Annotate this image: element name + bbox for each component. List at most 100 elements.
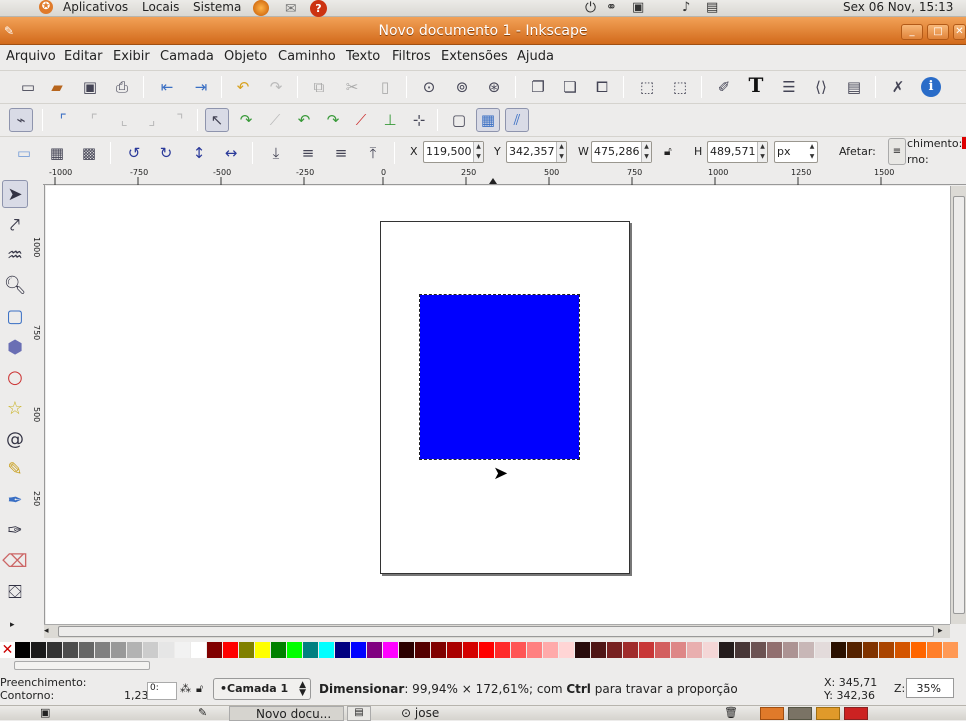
palette-swatch[interactable]	[687, 642, 702, 658]
lower-to-bottom-icon[interactable]: ⤓	[264, 141, 288, 165]
palette-swatch[interactable]	[591, 642, 606, 658]
palette-swatch[interactable]	[399, 642, 414, 658]
snap-nodes-icon[interactable]: ↖	[205, 108, 229, 132]
snap-bbox-icon[interactable]: ⌜	[51, 108, 75, 132]
print-icon[interactable]: ⎙	[110, 75, 134, 99]
workspace-3[interactable]	[816, 707, 840, 720]
palette-swatch[interactable]	[319, 642, 334, 658]
snap-object-midpoints-icon[interactable]: ⊥	[378, 108, 402, 132]
layer-select[interactable]: •Camada 1 ▲ ▼	[213, 678, 311, 700]
palette-swatch[interactable]	[239, 642, 254, 658]
ungroup-icon[interactable]: ⬚	[668, 75, 692, 99]
fill-stroke-icon[interactable]: ✐	[712, 75, 736, 99]
close-button[interactable]: ✕	[953, 24, 966, 40]
workspace-2[interactable]	[788, 707, 812, 720]
menu-texto[interactable]: Texto	[346, 49, 380, 64]
rotate-ccw-icon[interactable]: ↺	[122, 141, 146, 165]
palette-swatch[interactable]	[831, 642, 846, 658]
workspace-4[interactable]	[844, 707, 868, 720]
copy-icon[interactable]: ⧉	[307, 75, 331, 99]
stroke-width-value[interactable]: 1,23	[124, 689, 149, 702]
palette-swatch[interactable]	[671, 642, 686, 658]
palette-swatch[interactable]	[495, 642, 510, 658]
xml-editor-icon[interactable]: ⟨⟩	[809, 75, 833, 99]
snap-bbox-midpoints-icon[interactable]: ⌟	[140, 108, 164, 132]
new-document-icon[interactable]: ▭	[16, 75, 40, 99]
taskbar-item-inkscape[interactable]: Novo docu...	[229, 706, 344, 721]
palette-swatch[interactable]	[447, 642, 462, 658]
vscroll-thumb[interactable]	[953, 196, 965, 614]
h-input[interactable]: 489,571 ▲ ▼	[707, 141, 768, 163]
star-tool-icon[interactable]: ☆	[2, 394, 28, 422]
palette-swatch[interactable]	[559, 642, 574, 658]
palette-swatch[interactable]	[63, 642, 78, 658]
menu-caminho[interactable]: Caminho	[278, 49, 336, 64]
palette-swatch[interactable]	[47, 642, 62, 658]
import-icon[interactable]: ⇤	[155, 75, 179, 99]
deselect-icon[interactable]: ▩	[77, 141, 101, 165]
flip-vertical-icon[interactable]: ↕	[187, 141, 211, 165]
pen-tool-icon[interactable]: ✒	[2, 486, 28, 514]
palette-swatch[interactable]	[719, 642, 734, 658]
palette-swatch[interactable]	[111, 642, 126, 658]
layer-lock-icon[interactable]: 🔓︎	[196, 682, 203, 696]
spiral-tool-icon[interactable]: @	[2, 425, 28, 453]
snap-bbox-edges-icon[interactable]: ⌜	[82, 108, 106, 132]
paint-bucket-tool-icon[interactable]: ⛋	[2, 578, 28, 606]
palette-swatch[interactable]	[623, 642, 638, 658]
zoom-tool-icon[interactable]: 🔍︎	[2, 271, 28, 299]
palette-swatch[interactable]	[527, 642, 542, 658]
palette-swatch[interactable]	[479, 642, 494, 658]
cut-icon[interactable]: ✂	[340, 75, 364, 99]
eraser-tool-icon[interactable]: ⌫	[2, 547, 28, 575]
menu-aplicativos[interactable]: Aplicativos	[63, 0, 128, 15]
palette-swatch[interactable]	[751, 642, 766, 658]
w-input[interactable]: 475,286 ▲ ▼	[591, 141, 652, 163]
palette-swatch[interactable]	[351, 642, 366, 658]
palette-swatch[interactable]	[95, 642, 110, 658]
group-icon[interactable]: ⬚	[635, 75, 659, 99]
palette-swatch[interactable]	[31, 642, 46, 658]
x-input[interactable]: 119,500 ▲ ▼	[423, 141, 484, 163]
paste-icon[interactable]: ▯	[373, 75, 397, 99]
palette-swatch[interactable]	[863, 642, 878, 658]
snap-guides-icon[interactable]: ⫽	[505, 108, 529, 132]
palette-swatch[interactable]	[287, 642, 302, 658]
pencil-tool-icon[interactable]: ✎	[2, 455, 28, 483]
palette-swatch[interactable]	[943, 642, 958, 658]
palette-swatch[interactable]	[271, 642, 286, 658]
window-titlebar[interactable]: ✎ Novo documento 1 - Inkscape _ □ ✕	[0, 17, 966, 45]
snap-smooth-icon[interactable]: ↷	[321, 108, 345, 132]
horizontal-scrollbar[interactable]: ◂ ▸	[44, 624, 950, 638]
ellipse-tool-icon[interactable]: ○	[2, 363, 28, 391]
hscroll-thumb[interactable]	[58, 626, 934, 637]
palette-swatch[interactable]	[607, 642, 622, 658]
power-icon[interactable]: ⏻	[585, 0, 596, 16]
raise-to-top-icon[interactable]: ⤒	[361, 141, 385, 165]
palette-swatch[interactable]	[207, 642, 222, 658]
palette-swatch[interactable]	[463, 642, 478, 658]
menu-filtros[interactable]: Filtros	[392, 49, 431, 64]
palette-swatch[interactable]	[383, 642, 398, 658]
clone-icon[interactable]: ❏	[558, 75, 582, 99]
palette-swatch[interactable]	[911, 642, 926, 658]
palette-swatch[interactable]	[927, 642, 942, 658]
palette-swatch[interactable]	[431, 642, 446, 658]
palette-swatch[interactable]	[223, 642, 238, 658]
help-icon[interactable]: ?	[310, 0, 327, 17]
volume-icon[interactable]: ♪	[682, 0, 690, 15]
snap-cusp-icon[interactable]: ↶	[292, 108, 316, 132]
menu-exibir[interactable]: Exibir	[113, 49, 150, 64]
palette-swatch[interactable]	[703, 642, 718, 658]
snap-bbox-corners-icon[interactable]: ⌞	[112, 108, 136, 132]
firefox-icon[interactable]	[253, 0, 269, 16]
unit-select[interactable]: px ▲ ▼	[774, 141, 818, 163]
export-icon[interactable]: ⇥	[189, 75, 213, 99]
workspace-switcher[interactable]	[760, 706, 870, 721]
document-properties-icon[interactable]: i	[919, 75, 943, 99]
text-font-icon[interactable]: T	[744, 73, 768, 97]
snap-page-border-icon[interactable]: ▢	[447, 108, 471, 132]
preferences-icon[interactable]: ✗	[886, 75, 910, 99]
palette-swatch[interactable]	[879, 642, 894, 658]
palette-scrollbar[interactable]	[0, 661, 966, 671]
